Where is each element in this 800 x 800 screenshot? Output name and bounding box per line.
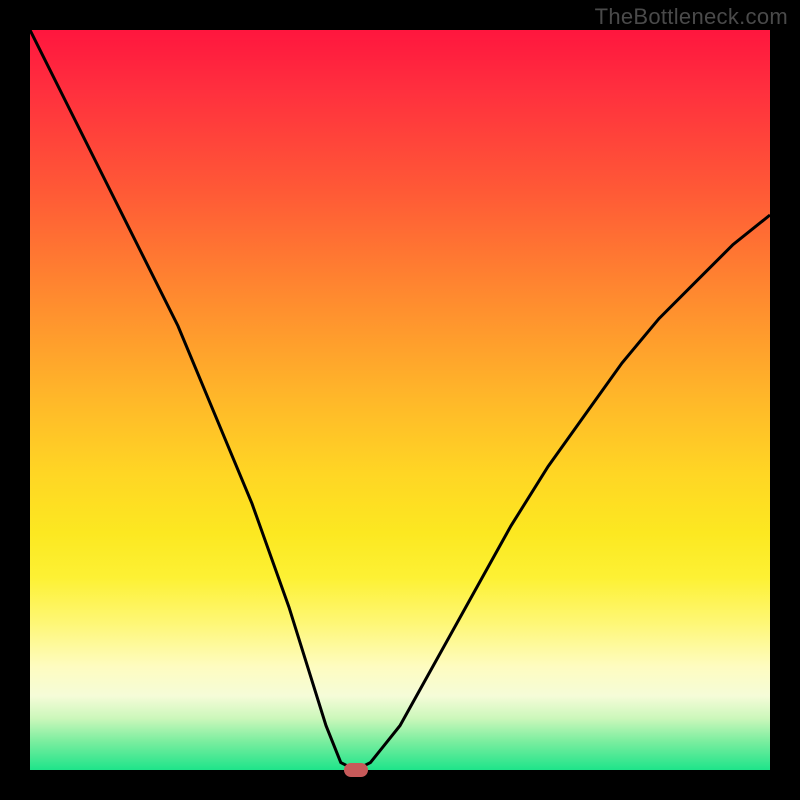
gradient-background [30,30,770,770]
watermark-text: TheBottleneck.com [595,4,788,30]
chart-frame: TheBottleneck.com [0,0,800,800]
plot-area [30,30,770,770]
optimal-point-marker [344,763,368,777]
